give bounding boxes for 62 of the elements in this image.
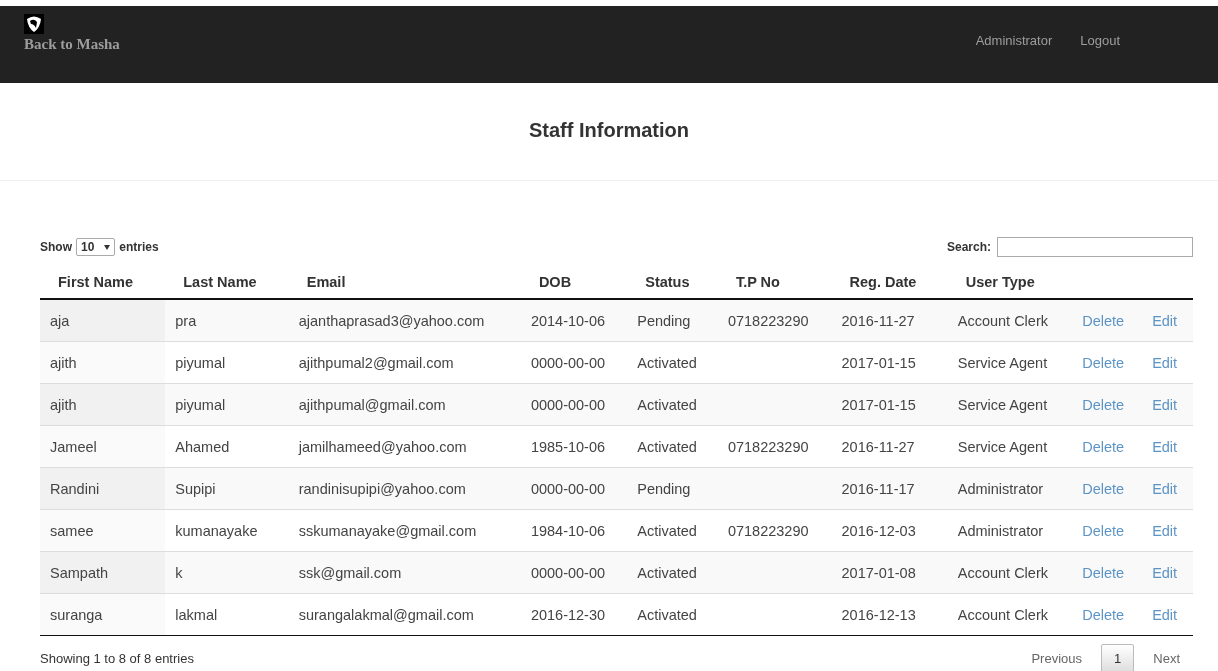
table-cell: samee (40, 509, 166, 552)
table-cell: 2016-12-30 (520, 593, 628, 636)
table-cell: surangalakmal@gmail.com (288, 593, 521, 636)
caret-icon (104, 244, 111, 250)
table-cell: lakmal (165, 593, 289, 636)
delete-link[interactable]: Delete (1082, 438, 1125, 455)
page-button[interactable]: 1 (1101, 644, 1135, 671)
table-cell: ajith (40, 341, 166, 384)
edit-link[interactable]: Edit (1152, 354, 1178, 371)
edit-link[interactable]: Edit (1152, 606, 1178, 623)
table-cell: 0000-00-00 (520, 467, 628, 510)
entries-info: Showing 1 to 8 of 8 entries (40, 651, 194, 666)
shield-logo-icon (24, 14, 44, 34)
table-cell: aja (40, 299, 166, 342)
table-cell: Activated (627, 383, 718, 426)
table-cell: 2016-11-17 (831, 467, 948, 510)
table-cell: Randini (40, 467, 166, 510)
page-size-select[interactable]: 10 (76, 238, 116, 256)
page-title: Staff Information (528, 119, 690, 142)
table-cell: Activated (627, 593, 718, 636)
table-cell: Account Clerk (947, 593, 1073, 636)
search-field[interactable] (997, 237, 1193, 257)
table-cell: ajith (40, 383, 166, 426)
delete-link[interactable]: Delete (1082, 606, 1125, 623)
previous-link[interactable]: Previous (1018, 644, 1096, 671)
table-cell: 2017-01-08 (831, 551, 948, 594)
table-cell: Service Agent (947, 383, 1073, 426)
brand-link[interactable]: Back to Masha (24, 36, 120, 53)
table-cell: 2017-01-15 (831, 383, 948, 426)
table-cell: Jameel (40, 425, 166, 468)
table-cell: Account Clerk (947, 551, 1073, 594)
table-cell: piyumal (165, 383, 289, 426)
search-label: Search: (946, 240, 991, 254)
table-cell: suranga (40, 593, 166, 636)
table-cell: randinisupipi@yahoo.com (288, 467, 521, 510)
edit-link[interactable]: Edit (1152, 522, 1178, 539)
table-cell: Pending (627, 299, 718, 342)
table-cell: 2016-12-13 (831, 593, 948, 636)
delete-link[interactable]: Delete (1082, 354, 1125, 371)
nav-link[interactable]: Administrator (975, 33, 1053, 48)
table-cell: pra (165, 299, 289, 342)
table-cell: ajanthaprasad3@yahoo.com (288, 299, 521, 342)
table-cell: 0000-00-00 (520, 551, 628, 594)
table-cell: 0718223290 (717, 299, 832, 342)
entries-label: entries (119, 240, 159, 254)
next-link[interactable]: Next (1140, 644, 1193, 671)
table-cell: Administrator (947, 467, 1073, 510)
delete-link[interactable]: Delete (1082, 522, 1125, 539)
show-label: Show (40, 240, 72, 254)
table-cell: 0000-00-00 (520, 383, 628, 426)
table-cell: ajithpumal@gmail.com (288, 383, 521, 426)
table-cell: Account Clerk (947, 299, 1073, 342)
table-cell: Pending (627, 467, 718, 510)
edit-link[interactable]: Edit (1152, 438, 1178, 455)
table-cell: 2016-11-27 (831, 299, 948, 342)
table-cell: Activated (627, 551, 718, 594)
table-cell: Sampath (40, 551, 166, 594)
nav-link[interactable]: Logout (1080, 33, 1120, 48)
table-cell: 2014-10-06 (520, 299, 628, 342)
table-cell: k (165, 551, 289, 594)
table-cell: ssk@gmail.com (288, 551, 521, 594)
table-cell: Supipi (165, 467, 289, 510)
